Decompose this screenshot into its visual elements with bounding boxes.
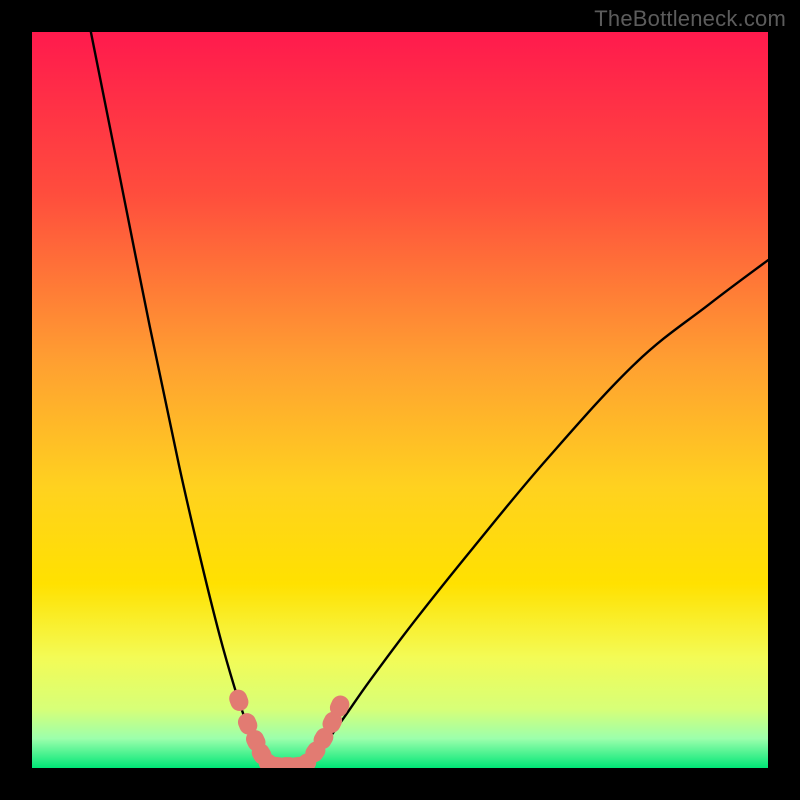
chart-frame: TheBottleneck.com [0,0,800,800]
gradient-background [32,32,768,768]
plot-area [32,32,768,768]
chart-svg [32,32,768,768]
watermark-text: TheBottleneck.com [594,6,786,32]
